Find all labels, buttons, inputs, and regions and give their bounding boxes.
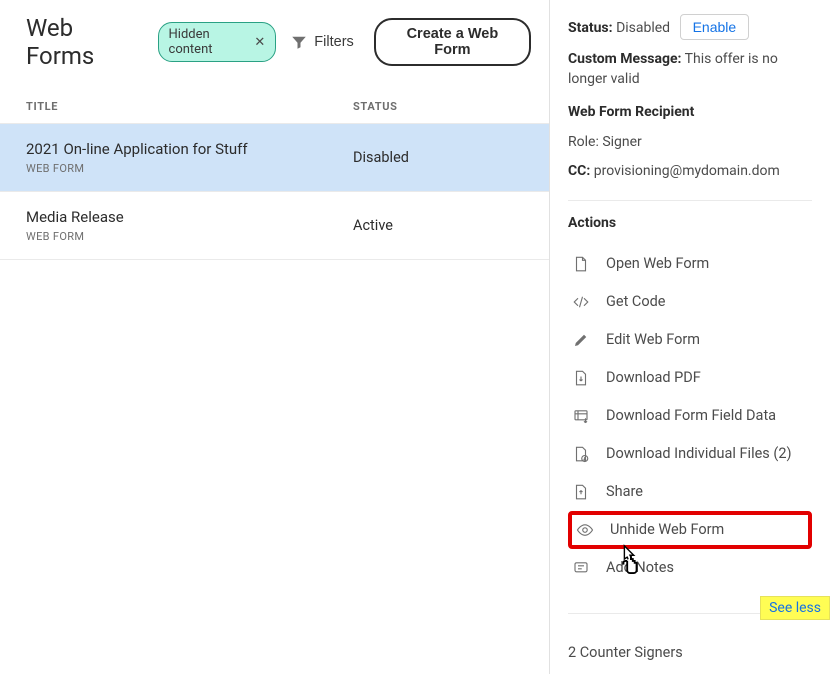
filters-button-label: Filters xyxy=(314,34,353,50)
filter-icon xyxy=(290,33,308,51)
share-icon xyxy=(572,483,590,501)
row-subtype: WEB FORM xyxy=(26,230,353,243)
status-value: Disabled xyxy=(616,20,670,36)
table-row[interactable]: 2021 On-line Application for Stuff WEB F… xyxy=(0,124,549,192)
action-unhide-web-form[interactable]: Unhide Web Form xyxy=(568,511,812,549)
recipient-heading: Web Form Recipient xyxy=(568,104,694,120)
action-label: Unhide Web Form xyxy=(610,521,724,538)
actions-heading: Actions xyxy=(568,215,812,231)
status-line: Status: Disabled Enable xyxy=(568,14,812,40)
role-value: Signer xyxy=(602,134,641,150)
download-files-icon xyxy=(572,445,590,463)
download-pdf-icon xyxy=(572,369,590,387)
page-title: Web Forms xyxy=(26,14,138,70)
action-label: Download PDF xyxy=(606,369,701,386)
pencil-icon xyxy=(572,331,590,349)
action-label: Open Web Form xyxy=(606,255,709,272)
create-web-form-button[interactable]: Create a Web Form xyxy=(374,18,531,66)
cc-line: CC: provisioning@mydomain.dom xyxy=(568,162,812,182)
filter-chip-label: Hidden content xyxy=(169,27,249,57)
action-label: Share xyxy=(606,483,643,500)
action-share[interactable]: Share xyxy=(568,473,812,511)
table-header: TITLE STATUS xyxy=(0,86,549,124)
status-label: Status: xyxy=(568,20,613,36)
role-line: Role: Signer xyxy=(568,133,812,153)
cc-value: provisioning@mydomain.dom xyxy=(594,163,780,179)
role-label: Role: xyxy=(568,134,599,150)
row-title: 2021 On-line Application for Stuff xyxy=(26,140,353,158)
custom-message-line: Custom Message: This offer is no longer … xyxy=(568,50,812,89)
action-label: Get Code xyxy=(606,293,665,310)
cc-label: CC: xyxy=(568,163,590,179)
row-title: Media Release xyxy=(26,208,353,226)
action-open-web-form[interactable]: Open Web Form xyxy=(568,245,812,283)
action-label: Edit Web Form xyxy=(606,331,700,348)
document-icon xyxy=(572,255,590,273)
action-download-form-field-data[interactable]: Download Form Field Data xyxy=(568,397,812,435)
action-list: Open Web Form Get Code Edit Web Form Dow… xyxy=(568,245,812,587)
note-icon xyxy=(572,559,590,577)
action-get-code[interactable]: Get Code xyxy=(568,283,812,321)
counter-signers[interactable]: 2 Counter Signers xyxy=(568,628,812,661)
row-status: Disabled xyxy=(353,149,523,166)
action-edit-web-form[interactable]: Edit Web Form xyxy=(568,321,812,359)
action-label: Download Individual Files (2) xyxy=(606,445,792,462)
action-download-pdf[interactable]: Download PDF xyxy=(568,359,812,397)
action-add-notes[interactable]: Add Notes xyxy=(568,549,812,587)
custom-message-label: Custom Message: xyxy=(568,51,681,67)
table-row[interactable]: Media Release WEB FORM Active xyxy=(0,192,549,260)
action-label: Download Form Field Data xyxy=(606,407,776,424)
download-data-icon xyxy=(572,407,590,425)
see-less-link[interactable]: See less xyxy=(760,596,830,620)
row-status: Active xyxy=(353,217,523,234)
code-icon xyxy=(572,293,590,311)
column-header-status[interactable]: STATUS xyxy=(353,100,523,113)
close-icon[interactable]: ✕ xyxy=(254,35,265,50)
action-download-individual-files[interactable]: Download Individual Files (2) xyxy=(568,435,812,473)
filter-chip-hidden-content[interactable]: Hidden content ✕ xyxy=(158,22,277,62)
main-panel: Web Forms Hidden content ✕ Filters Creat… xyxy=(0,0,550,674)
header-row: Web Forms Hidden content ✕ Filters Creat… xyxy=(0,14,549,86)
column-header-title[interactable]: TITLE xyxy=(26,100,353,113)
enable-button[interactable]: Enable xyxy=(680,14,750,40)
eye-icon xyxy=(576,521,594,539)
filters-button[interactable]: Filters xyxy=(290,33,353,51)
divider xyxy=(568,200,812,201)
details-panel: Status: Disabled Enable Custom Message: … xyxy=(550,0,830,674)
row-subtype: WEB FORM xyxy=(26,162,353,175)
action-label: Add Notes xyxy=(606,559,674,576)
